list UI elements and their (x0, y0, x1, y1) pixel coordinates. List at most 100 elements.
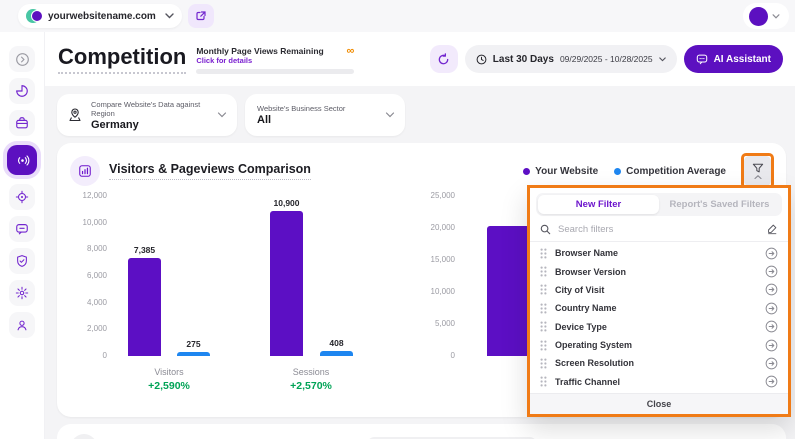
refresh-button[interactable] (430, 45, 458, 73)
bar-value-label: 275 (157, 339, 230, 349)
drag-handle-icon (540, 376, 547, 387)
category-label: Visitors (119, 367, 219, 377)
filter-button-annotation (741, 153, 774, 189)
filter-item-label: Screen Resolution (555, 358, 634, 368)
avatar (749, 7, 768, 26)
chevron-down-icon (385, 112, 395, 118)
topbar: yourwebsitename.com (0, 0, 795, 32)
legend-item[interactable]: Your Website (523, 166, 598, 177)
collapse-arrow-icon (15, 52, 30, 67)
gear-icon (15, 286, 29, 300)
pageviews-quota: Monthly Page Views Remaining ∞ Click for… (196, 46, 354, 74)
app-screen: yourwebsitename.com (0, 0, 795, 439)
sector-filter-label: Website's Business Sector (257, 104, 385, 113)
filter-list-item[interactable]: Country Name (530, 302, 788, 315)
account-menu[interactable] (743, 3, 789, 29)
filter-search-input[interactable] (558, 224, 759, 235)
y-axis-tick-label: 15,000 (405, 255, 455, 264)
add-filter-arrow-icon[interactable] (765, 339, 778, 352)
chart-bar[interactable] (270, 211, 303, 356)
target-icon (15, 190, 29, 204)
chat-bubble-icon (696, 53, 708, 65)
legend-item[interactable]: Competition Average (614, 166, 726, 177)
sidebar (0, 32, 45, 439)
filter-panel-tab[interactable]: New Filter (538, 195, 659, 214)
chevron-down-icon (217, 112, 227, 118)
user-icon (15, 318, 29, 332)
add-filter-arrow-icon[interactable] (765, 320, 778, 333)
date-range-picker[interactable]: Last 30 Days 09/29/2025 - 10/28/2025 (465, 45, 677, 73)
filters-row: Compare Website's Data against Region Ge… (57, 94, 786, 136)
external-link-icon (195, 10, 207, 22)
add-filter-arrow-icon[interactable] (765, 302, 778, 315)
chart-bar[interactable] (177, 352, 210, 356)
filter-list-item[interactable]: Device Type (530, 320, 788, 333)
quota-infinity-value: ∞ (346, 47, 354, 55)
site-selector[interactable]: yourwebsitename.com (18, 4, 182, 28)
sector-filter-select[interactable]: Website's Business Sector All (245, 94, 405, 136)
filter-list-item[interactable]: Browser Version (530, 265, 788, 278)
chevron-down-icon (659, 57, 666, 62)
ai-assistant-label: AI Assistant (714, 54, 771, 65)
funnel-icon (752, 163, 764, 174)
bar-chart-icon (78, 164, 92, 178)
site-logo-icon (26, 8, 42, 24)
chevron-down-icon (772, 14, 780, 19)
sidebar-item-competition[interactable] (7, 145, 37, 175)
sidebar-item-overview[interactable] (9, 78, 35, 104)
sidebar-collapse-button[interactable] (9, 46, 35, 72)
legend-label: Competition Average (626, 166, 726, 177)
sidebar-item-settings[interactable] (9, 280, 35, 306)
refresh-icon (437, 53, 450, 66)
filter-item-label: City of Visit (555, 285, 604, 295)
bar-value-label: 10,900 (250, 198, 323, 208)
add-filter-arrow-icon[interactable] (765, 247, 778, 260)
filter-list-item[interactable]: Operating System (530, 339, 788, 352)
y-axis-tick-label: 10,000 (405, 287, 455, 296)
chevron-up-icon (754, 175, 762, 179)
y-axis-tick-label: 10,000 (57, 218, 107, 227)
chart-bar[interactable] (320, 351, 353, 356)
chart-bar[interactable] (487, 226, 532, 356)
quota-details-link[interactable]: Click for details (196, 56, 354, 65)
filter-item-label: Device Type (555, 322, 607, 332)
add-filter-arrow-icon[interactable] (765, 265, 778, 278)
y-axis-tick-label: 20,000 (405, 223, 455, 232)
filter-list-item[interactable]: Screen Resolution (530, 357, 788, 370)
sector-filter-value: All (257, 114, 385, 126)
filter-item-label: Browser Name (555, 248, 618, 258)
radar-icon (15, 153, 30, 168)
legend-dot (523, 168, 530, 175)
sidebar-item-privacy[interactable] (9, 248, 35, 274)
filter-item-label: Traffic Channel (555, 377, 620, 387)
pie-chart-icon (15, 84, 29, 98)
filter-list-item[interactable]: City of Visit (530, 283, 788, 296)
filter-panel-close-button[interactable]: Close (530, 393, 788, 414)
add-filter-arrow-icon[interactable] (765, 375, 778, 388)
site-name: yourwebsitename.com (48, 11, 159, 22)
filter-list-item[interactable]: Browser Name (530, 247, 788, 260)
chart-filter-button[interactable] (744, 156, 771, 186)
sidebar-item-feedback[interactable] (9, 216, 35, 242)
y-axis-tick-label: 2,000 (57, 324, 107, 333)
region-filter-select[interactable]: Compare Website's Data against Region Ge… (57, 94, 237, 136)
search-icon (540, 224, 551, 235)
y-axis-tick-label: 0 (405, 351, 455, 360)
region-pin-icon (67, 107, 83, 123)
open-website-button[interactable] (188, 4, 214, 28)
drag-handle-icon (540, 321, 547, 332)
ai-assistant-button[interactable]: AI Assistant (684, 45, 783, 73)
sidebar-item-goals[interactable] (9, 184, 35, 210)
add-filter-arrow-icon[interactable] (765, 283, 778, 296)
filter-list-item[interactable]: Traffic Channel (530, 375, 788, 388)
add-filter-arrow-icon[interactable] (765, 357, 778, 370)
sidebar-item-company[interactable] (9, 110, 35, 136)
date-preset-label: Last 30 Days (493, 54, 554, 65)
sidebar-item-account[interactable] (9, 312, 35, 338)
y-axis-tick-label: 8,000 (57, 244, 107, 253)
legend-dot (614, 168, 621, 175)
clear-search-icon[interactable] (766, 223, 778, 235)
filter-panel-tab[interactable]: Report's Saved Filters (659, 195, 780, 214)
page-header: Competition Monthly Page Views Remaining… (45, 32, 795, 86)
card-icon-circle (70, 156, 100, 186)
